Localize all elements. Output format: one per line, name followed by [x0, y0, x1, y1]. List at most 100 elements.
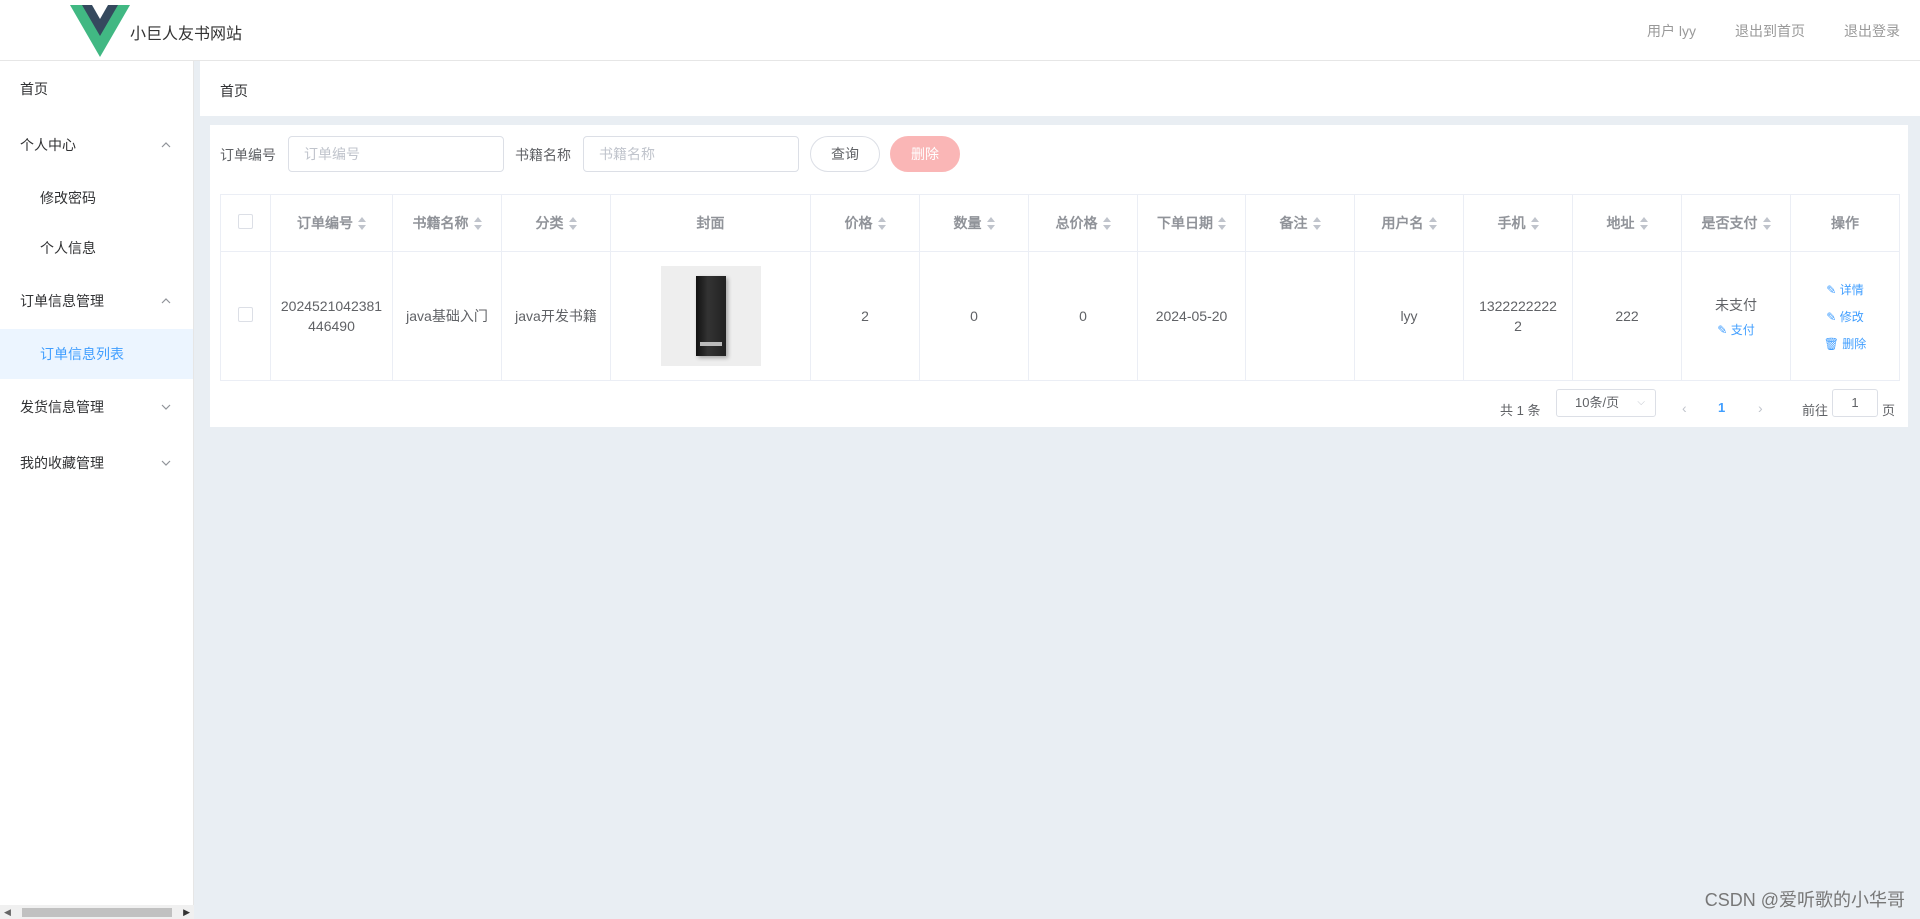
column-header[interactable]: 总价格 [1028, 194, 1138, 252]
total-cell: 0 [1028, 251, 1138, 381]
sidebar-item-personal-info[interactable]: 个人信息 [0, 223, 193, 273]
sidebar-item-label: 订单信息列表 [40, 346, 124, 362]
paid-status-text: 未支付 [1715, 296, 1757, 313]
sidebar-item-label: 首页 [20, 81, 48, 97]
order-list-panel: 订单编号 书籍名称 查询 删除 订单编号 书籍名称 分类 封面 价格 数量 总价… [210, 125, 1908, 427]
sort-icon[interactable] [877, 217, 886, 231]
prev-page-icon[interactable]: ‹ [1682, 400, 1687, 416]
sort-icon[interactable] [568, 217, 577, 231]
select-all-cell [220, 194, 271, 252]
chevron-down-icon [161, 379, 171, 435]
goto-page-input[interactable]: 1 [1832, 389, 1878, 417]
row-checkbox[interactable] [238, 307, 253, 322]
order-no-input[interactable] [288, 136, 504, 172]
user-label: 用户 lyy [1647, 23, 1696, 39]
sort-icon[interactable] [1530, 217, 1539, 231]
sidebar-item-label: 我的收藏管理 [20, 455, 104, 471]
order-no-cell: 2024521042381446490 [270, 251, 393, 381]
column-header[interactable]: 用户名 [1354, 194, 1464, 252]
sort-icon[interactable] [1218, 217, 1226, 231]
page-number-current[interactable]: 1 [1718, 400, 1725, 415]
breadcrumb: 首页 [200, 61, 1920, 116]
scrollbar-thumb[interactable] [22, 908, 172, 917]
sidebar-item-label: 个人中心 [20, 137, 76, 153]
cover-cell [610, 251, 811, 381]
sidebar-horizontal-scrollbar[interactable]: ◀ ▶ [0, 905, 194, 919]
query-button[interactable]: 查询 [810, 136, 880, 172]
scroll-right-arrow-icon[interactable]: ▶ [183, 907, 190, 918]
book-name-cell: java基础入门 [392, 251, 502, 381]
category-cell: java开发书籍 [501, 251, 611, 381]
pagination-total: 共 1 条 [1500, 403, 1541, 418]
price-cell: 2 [810, 251, 920, 381]
delete-button[interactable]: 删除 [890, 136, 960, 172]
remark-cell [1245, 251, 1355, 381]
table-header-row: 订单编号 书籍名称 分类 封面 价格 数量 总价格 下单日期 备注 用户名 手机… [220, 194, 1900, 252]
column-header[interactable]: 书籍名称 [392, 194, 502, 252]
chevron-down-icon: ⌵ [1637, 397, 1645, 408]
sidebar-item-label: 订单信息管理 [20, 293, 104, 309]
chevron-down-icon [161, 435, 171, 491]
sidebar-item-order-list[interactable]: 订单信息列表 [0, 329, 193, 379]
detail-button[interactable]: ✎ 详情 [1792, 281, 1898, 298]
edit-button[interactable]: ✎ 修改 [1792, 308, 1898, 325]
back-home-link[interactable]: 退出到首页 [1735, 21, 1805, 41]
actions-cell: ✎ 详情 ✎ 修改 🗑 删除 [1790, 251, 1900, 381]
sidebar-item-personal-center[interactable]: 个人中心 [0, 117, 193, 173]
table-row: 2024521042381446490 java基础入门 java开发书籍 2 … [220, 251, 1900, 381]
book-cover-image [660, 266, 761, 366]
sidebar-item-label: 修改密码 [40, 190, 96, 206]
sort-icon[interactable] [1639, 217, 1648, 231]
sort-icon[interactable] [1102, 217, 1111, 231]
sort-icon[interactable] [986, 217, 995, 231]
column-header[interactable]: 地址 [1572, 194, 1682, 252]
column-header: 操作 [1790, 194, 1900, 252]
book-name-input[interactable] [583, 136, 799, 172]
sidebar-item-label: 发货信息管理 [20, 399, 104, 415]
chevron-up-icon [161, 273, 171, 329]
sort-icon[interactable] [1312, 217, 1321, 231]
pay-button[interactable]: ✎ 支付 [1683, 321, 1789, 338]
column-header[interactable]: 手机 [1463, 194, 1573, 252]
edit-icon: ✎ [1826, 282, 1837, 297]
sidebar-item-change-password[interactable]: 修改密码 [0, 173, 193, 223]
sort-icon[interactable] [1762, 217, 1771, 231]
sidebar-item-home[interactable]: 首页 [0, 61, 193, 117]
column-header[interactable]: 下单日期 [1137, 194, 1246, 252]
column-header[interactable]: 订单编号 [270, 194, 393, 252]
logout-link[interactable]: 退出登录 [1844, 21, 1900, 41]
scroll-left-arrow-icon[interactable]: ◀ [4, 907, 11, 918]
order-date-cell: 2024-05-20 [1137, 251, 1246, 381]
paid-status-cell: 未支付 ✎ 支付 [1681, 251, 1791, 381]
book-name-label: 书籍名称 [515, 147, 571, 163]
trash-icon: 🗑 [1823, 336, 1839, 351]
next-page-icon[interactable]: › [1758, 400, 1763, 416]
vue-logo-icon [70, 5, 130, 57]
username-cell: lyy [1354, 251, 1464, 381]
phone-cell: 13222222222 [1463, 251, 1573, 381]
watermark: CSDN @爱听歌的小华哥 [1704, 890, 1905, 910]
column-header[interactable]: 备注 [1245, 194, 1355, 252]
sort-icon[interactable] [358, 217, 366, 231]
edit-icon: ✎ [1826, 309, 1837, 324]
breadcrumb-home[interactable]: 首页 [220, 81, 248, 101]
sidebar-item-shipping-management[interactable]: 发货信息管理 [0, 379, 193, 435]
row-select-cell [220, 251, 271, 381]
row-delete-button[interactable]: 🗑 删除 [1792, 335, 1898, 352]
sidebar-item-favorites-management[interactable]: 我的收藏管理 [0, 435, 193, 491]
address-cell: 222 [1572, 251, 1682, 381]
site-title: 小巨人友书网站 [130, 26, 243, 43]
page-size-select[interactable]: 10条/页 ⌵ [1556, 389, 1656, 417]
select-all-checkbox[interactable] [238, 214, 253, 229]
order-table: 订单编号 书籍名称 分类 封面 价格 数量 总价格 下单日期 备注 用户名 手机… [220, 194, 1900, 381]
column-header: 封面 [610, 194, 811, 252]
column-header[interactable]: 是否支付 [1681, 194, 1791, 252]
sidebar-item-order-management[interactable]: 订单信息管理 [0, 273, 193, 329]
sort-icon[interactable] [473, 217, 482, 231]
column-header[interactable]: 分类 [501, 194, 611, 252]
order-no-label: 订单编号 [220, 147, 276, 163]
column-header[interactable]: 数量 [919, 194, 1029, 252]
sort-icon[interactable] [1428, 217, 1437, 231]
column-header[interactable]: 价格 [810, 194, 920, 252]
sidebar-item-label: 个人信息 [40, 240, 96, 256]
